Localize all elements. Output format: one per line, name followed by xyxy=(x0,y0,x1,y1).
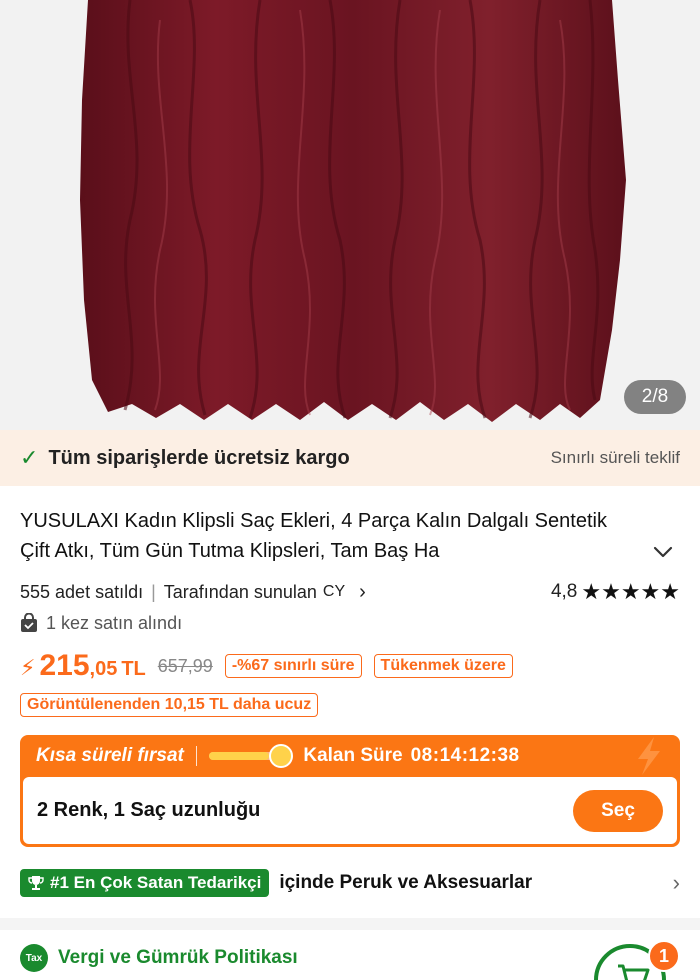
product-image xyxy=(80,0,626,422)
sold-count: 555 adet satıldı xyxy=(20,581,144,602)
chevron-down-icon[interactable] xyxy=(648,540,678,564)
image-counter: 2/8 xyxy=(624,380,686,414)
clock-icon xyxy=(269,744,294,768)
cheaper-tag: Görüntülenenden 10,15 TL daha ucuz xyxy=(20,693,319,717)
trophy-icon xyxy=(28,876,44,890)
best-seller-row[interactable]: #1 En Çok Satan Tedarikçi içinde Peruk v… xyxy=(20,866,680,900)
flash-deal-box: Kısa süreli fırsat Kalan Süre 08:14:12:3… xyxy=(20,735,680,847)
remaining-time-label: Kalan Süre xyxy=(303,745,403,766)
flash-deal-title: Kısa süreli fırsat xyxy=(36,745,184,766)
price-main: 215 xyxy=(39,649,90,682)
chevron-right-icon[interactable]: › xyxy=(673,870,680,896)
discount-tag: -%67 sınırlı süre xyxy=(224,654,362,678)
countdown-timer: 08:14:12:38 xyxy=(410,745,520,766)
best-seller-category: içinde Peruk ve Aksesuarlar xyxy=(279,872,533,893)
old-price: 657,99 xyxy=(157,655,213,676)
seller-country: CY xyxy=(322,583,346,600)
chevron-right-icon[interactable]: › xyxy=(359,581,366,604)
select-variant-button[interactable]: Seç xyxy=(573,789,663,832)
free-shipping-label: Tüm siparişlerde ücretsiz kargo xyxy=(48,446,350,469)
current-price: ⚡ 215 ,05 TL xyxy=(20,649,146,683)
rating-value: 4,8 xyxy=(550,581,578,602)
variant-selector[interactable]: 2 Renk, 1 Saç uzunluğu Seç xyxy=(23,777,677,844)
cart-count-badge: 1 xyxy=(648,940,680,972)
check-icon: ✓ xyxy=(20,445,39,470)
bought-count-row: 1 kez satın alındı xyxy=(20,610,182,636)
price-row: ⚡ 215 ,05 TL 657,99 -%67 sınırlı süre Tü… xyxy=(20,648,513,684)
price-decimals: ,05 xyxy=(89,658,118,680)
tax-policy-row[interactable]: Tax Vergi ve Gümrük Politikası xyxy=(20,942,298,974)
bag-icon xyxy=(21,613,37,632)
tax-icon: Tax xyxy=(20,944,48,972)
sold-by-link[interactable]: Tarafından sunulan xyxy=(164,582,317,603)
cheaper-than-viewed: Görüntülenenden 10,15 TL daha ucuz xyxy=(20,693,319,717)
divider: | xyxy=(151,581,156,602)
star-icons: ★★★★★ xyxy=(581,579,680,604)
divider xyxy=(195,746,198,766)
section-divider xyxy=(0,918,700,930)
cart-icon xyxy=(618,964,650,980)
product-meta-row: 555 adet satıldı | Tarafından sunulan CY… xyxy=(20,578,680,606)
rating[interactable]: 4,8 ★★★★★ xyxy=(551,579,680,605)
variant-summary: 2 Renk, 1 Saç uzunluğu xyxy=(37,799,261,821)
price-currency: TL xyxy=(121,658,146,680)
lightning-icon xyxy=(638,737,660,775)
deal-progress-fill xyxy=(209,752,269,760)
free-shipping-banner[interactable]: ✓ Tüm siparişlerde ücretsiz kargo Sınırl… xyxy=(0,430,700,486)
bought-count: 1 kez satın alındı xyxy=(46,612,183,633)
best-seller-label: #1 En Çok Satan Tedarikçi xyxy=(50,873,262,892)
best-seller-badge: #1 En Çok Satan Tedarikçi xyxy=(20,869,270,897)
tax-policy-label: Vergi ve Gümrük Politikası xyxy=(58,947,298,968)
low-stock-tag: Tükenmek üzere xyxy=(373,654,513,678)
product-title-block: YUSULAXI Kadın Klipsli Saç Ekleri, 4 Par… xyxy=(20,506,640,566)
product-title: YUSULAXI Kadın Klipsli Saç Ekleri, 4 Par… xyxy=(20,510,607,562)
flash-deal-header: Kısa süreli fırsat Kalan Süre 08:14:12:3… xyxy=(20,735,680,777)
deal-progress-bar xyxy=(209,744,294,768)
limited-offer-label: Sınırlı süreli teklif xyxy=(550,448,680,467)
lightning-icon: ⚡ xyxy=(20,655,36,680)
product-image-gallery[interactable]: 2/8 xyxy=(0,0,700,430)
